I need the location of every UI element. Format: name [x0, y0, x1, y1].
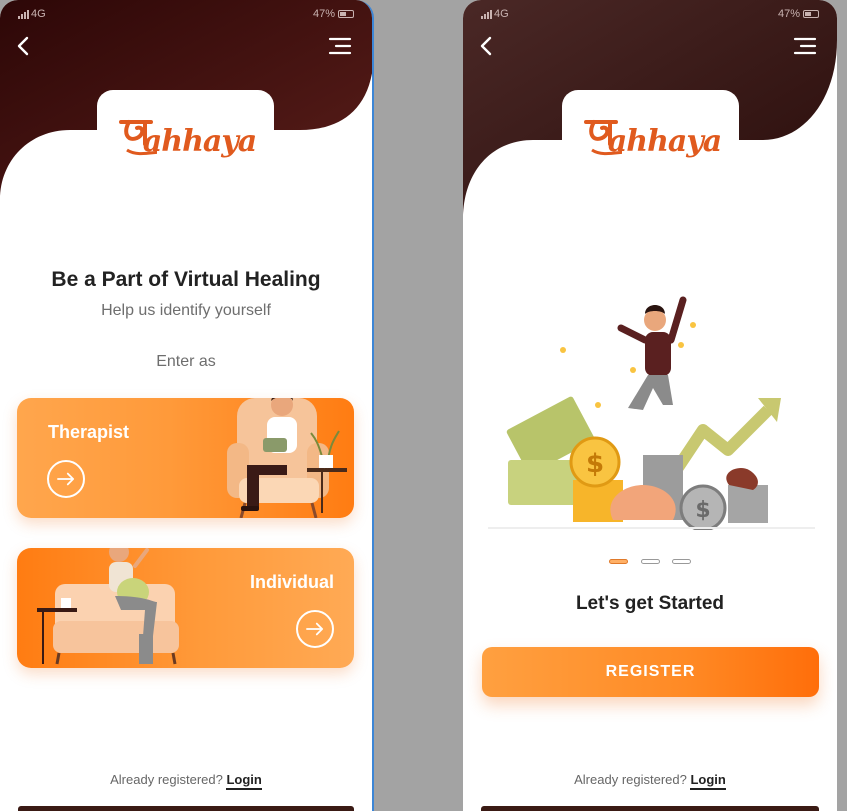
battery-percent: 47%: [777, 8, 800, 20]
identify-screen: 4G 47% ahhaya Be a Part of Virtual Heali…: [0, 0, 374, 811]
back-chevron-icon[interactable]: [12, 34, 36, 58]
already-registered-text: Already registered?: [110, 772, 223, 787]
login-prompt: Already registered? Login: [463, 772, 837, 790]
carousel-dot[interactable]: [671, 559, 691, 564]
already-registered-text: Already registered?: [574, 772, 687, 787]
logo-card: ahhaya: [562, 90, 739, 192]
login-link[interactable]: Login: [690, 772, 726, 790]
therapist-label: Therapist: [48, 422, 130, 442]
hamburger-menu-icon[interactable]: [328, 36, 352, 56]
carousel-dot[interactable]: [609, 559, 629, 564]
register-screen: 4G 47% ahhaya $ $ Let's get Started REGI…: [463, 0, 837, 811]
signal-icon: [18, 9, 29, 19]
login-prompt: Already registered? Login: [0, 772, 372, 790]
therapist-option-card[interactable]: Therapist: [17, 398, 354, 518]
carrier-label: 4G: [494, 8, 509, 20]
login-link[interactable]: Login: [226, 772, 262, 790]
logo-card: ahhaya: [97, 90, 274, 192]
page-subtitle: Help us identify yourself: [101, 302, 271, 319]
svg-text:$: $: [695, 498, 710, 523]
carousel-indicator: [463, 551, 837, 569]
carousel-dot[interactable]: [640, 559, 660, 564]
battery-icon: [803, 10, 819, 19]
success-illustration: $ $: [506, 296, 781, 530]
carrier-label: 4G: [31, 8, 46, 20]
register-button[interactable]: REGISTER: [482, 647, 819, 697]
battery-percent: 47%: [312, 8, 335, 20]
back-chevron-icon[interactable]: [475, 34, 499, 58]
hero-baseline: [488, 527, 815, 529]
individual-option-card[interactable]: Individual: [17, 548, 354, 668]
bottom-bar: [481, 806, 819, 811]
therapist-illustration: [227, 398, 347, 518]
page-title: Be a Part of Virtual Healing: [51, 268, 321, 291]
arrow-right-circle-icon[interactable]: [47, 460, 85, 498]
hamburger-menu-icon[interactable]: [793, 36, 817, 56]
status-bar: 4G 47%: [481, 8, 819, 22]
battery-icon: [338, 10, 354, 19]
individual-illustration: [37, 548, 179, 665]
individual-label: Individual: [249, 572, 334, 592]
logo-wordmark: ahhaya: [607, 123, 722, 159]
page-title: Let's get Started: [575, 593, 725, 614]
bottom-bar: [18, 806, 354, 811]
signal-icon: [481, 9, 492, 19]
status-bar: 4G 47%: [18, 8, 354, 22]
enter-as-label: Enter as: [156, 353, 216, 370]
arrow-right-circle-icon[interactable]: [296, 610, 334, 648]
logo-wordmark: ahhaya: [142, 123, 257, 159]
svg-text:$: $: [586, 449, 604, 479]
